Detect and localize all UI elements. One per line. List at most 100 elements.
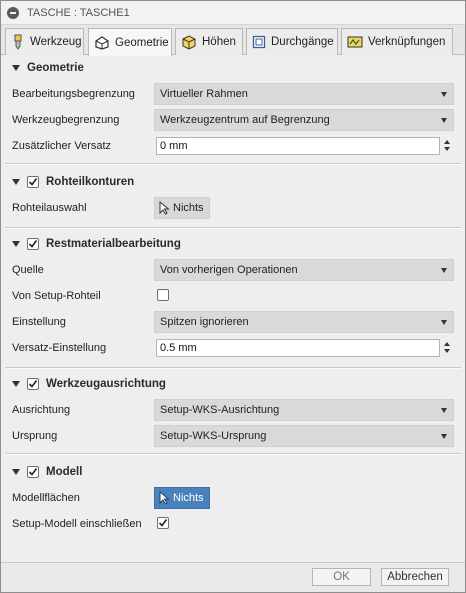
modellflaechen-selection-button[interactable]: Nichts bbox=[154, 487, 210, 509]
section-header-werkzeugausrichtung[interactable]: Werkzeugausrichtung bbox=[1, 373, 465, 395]
ausrichtung-dropdown[interactable]: Setup-WKS-Ausrichtung bbox=[154, 399, 454, 421]
checkmark-icon bbox=[158, 519, 168, 527]
tab-label: Werkzeug bbox=[30, 36, 82, 48]
restmaterial-checkbox[interactable] bbox=[27, 238, 39, 250]
section-divider bbox=[5, 227, 461, 229]
section-header-restmaterial[interactable]: Restmaterialbearbeitung bbox=[1, 233, 465, 255]
section-title: Restmaterialbearbeitung bbox=[46, 238, 181, 250]
section-divider bbox=[5, 453, 461, 455]
dropdown-value: Spitzen ignorieren bbox=[160, 316, 249, 328]
tab-geometrie[interactable]: Geometrie bbox=[88, 28, 172, 56]
section-title: Modell bbox=[46, 466, 83, 478]
tab-werkzeug[interactable]: Werkzeug bbox=[5, 28, 84, 55]
tab-label: Geometrie bbox=[115, 36, 169, 49]
geometry-icon bbox=[95, 35, 109, 50]
versatz-einstellung-spinner[interactable] bbox=[441, 339, 453, 357]
input-value: 0 mm bbox=[160, 140, 188, 152]
werkzeugausrichtung-checkbox[interactable] bbox=[27, 378, 39, 390]
dropdown-arrow-icon bbox=[441, 118, 447, 123]
collapse-triangle-icon[interactable] bbox=[12, 179, 20, 185]
checkmark-icon bbox=[28, 380, 38, 388]
quelle-label: Quelle bbox=[12, 264, 44, 276]
tab-hoehen[interactable]: Höhen bbox=[175, 28, 243, 55]
checkmark-icon bbox=[28, 468, 38, 476]
ursprung-label: Ursprung bbox=[12, 430, 58, 442]
einstellung-label: Einstellung bbox=[12, 316, 66, 328]
von-setup-rohteil-label: Von Setup-Rohteil bbox=[12, 290, 101, 302]
geometry-tab-content: Geometrie Bearbeitungsbegrenzung Virtuel… bbox=[1, 56, 465, 562]
collapse-icon[interactable] bbox=[7, 6, 19, 19]
section-divider bbox=[5, 163, 461, 165]
zusaetzlicher-versatz-spinner[interactable] bbox=[441, 137, 453, 155]
versatz-einstellung-label: Versatz-Einstellung bbox=[12, 342, 107, 354]
dropdown-arrow-icon bbox=[441, 92, 447, 97]
setup-modell-checkbox[interactable] bbox=[157, 517, 169, 529]
spin-down-icon[interactable] bbox=[444, 349, 450, 353]
rohteilauswahl-selection-button[interactable]: Nichts bbox=[154, 197, 210, 219]
pocket-operation-dialog: TASCHE : TASCHE1 Werkzeug Geometrie Höhe… bbox=[0, 0, 466, 593]
dropdown-value: Werkzeugzentrum auf Begrenzung bbox=[160, 114, 330, 126]
tab-durchgaenge[interactable]: Durchgänge bbox=[246, 28, 338, 55]
rohteilauswahl-label: Rohteilauswahl bbox=[12, 202, 87, 214]
collapse-triangle-icon[interactable] bbox=[12, 381, 20, 387]
cursor-arrow-icon bbox=[159, 201, 170, 215]
tab-verknuepfungen[interactable]: Verknüpfungen bbox=[341, 28, 453, 55]
title-bar[interactable]: TASCHE : TASCHE1 bbox=[1, 1, 465, 25]
heights-icon bbox=[182, 35, 196, 50]
checkmark-icon bbox=[28, 178, 38, 186]
dropdown-arrow-icon bbox=[441, 320, 447, 325]
section-title: Werkzeugausrichtung bbox=[46, 378, 166, 390]
section-header-modell[interactable]: Modell bbox=[1, 461, 465, 483]
tab-bar: Werkzeug Geometrie Höhen Durchgänge Verk… bbox=[1, 25, 465, 56]
spin-down-icon[interactable] bbox=[444, 147, 450, 151]
zusaetzlicher-versatz-input[interactable]: 0 mm bbox=[156, 137, 440, 155]
dropdown-arrow-icon bbox=[441, 434, 447, 439]
section-header-geometrie[interactable]: Geometrie bbox=[1, 57, 465, 79]
einstellung-dropdown[interactable]: Spitzen ignorieren bbox=[154, 311, 454, 333]
von-setup-rohteil-checkbox[interactable] bbox=[157, 289, 169, 301]
bearbeitungsbegrenzung-label: Bearbeitungsbegrenzung bbox=[12, 88, 135, 100]
passes-icon bbox=[252, 35, 266, 49]
tool-icon bbox=[14, 34, 22, 50]
spin-up-icon[interactable] bbox=[444, 140, 450, 144]
versatz-einstellung-input[interactable]: 0.5 mm bbox=[156, 339, 440, 357]
linking-icon bbox=[347, 36, 363, 48]
section-title: Geometrie bbox=[27, 62, 84, 74]
selection-button-label: Nichts bbox=[173, 492, 204, 504]
setup-modell-label: Setup-Modell einschließen bbox=[12, 518, 142, 530]
zusaetzlicher-versatz-label: Zusätzlicher Versatz bbox=[12, 140, 112, 152]
section-header-rohteilkonturen[interactable]: Rohteilkonturen bbox=[1, 171, 465, 193]
rohteilkonturen-checkbox[interactable] bbox=[27, 176, 39, 188]
dropdown-value: Setup-WKS-Ursprung bbox=[160, 430, 267, 442]
modell-checkbox[interactable] bbox=[27, 466, 39, 478]
section-title: Rohteilkonturen bbox=[46, 176, 135, 188]
section-divider bbox=[5, 367, 461, 369]
dropdown-arrow-icon bbox=[441, 408, 447, 413]
werkzeugbegrenzung-dropdown[interactable]: Werkzeugzentrum auf Begrenzung bbox=[154, 109, 454, 131]
ursprung-dropdown[interactable]: Setup-WKS-Ursprung bbox=[154, 425, 454, 447]
spin-up-icon[interactable] bbox=[444, 342, 450, 346]
selection-button-label: Nichts bbox=[173, 202, 204, 214]
cursor-arrow-icon bbox=[159, 491, 170, 505]
modellflaechen-label: Modellflächen bbox=[12, 492, 80, 504]
collapse-triangle-icon[interactable] bbox=[12, 65, 20, 71]
cancel-button[interactable]: Abbrechen bbox=[381, 568, 449, 586]
dialog-title: TASCHE : TASCHE1 bbox=[27, 6, 130, 19]
collapse-triangle-icon[interactable] bbox=[12, 241, 20, 247]
checkmark-icon bbox=[28, 240, 38, 248]
ok-button[interactable]: OK bbox=[312, 568, 371, 586]
dropdown-arrow-icon bbox=[441, 268, 447, 273]
dropdown-value: Virtueller Rahmen bbox=[160, 88, 248, 100]
collapse-triangle-icon[interactable] bbox=[12, 469, 20, 475]
tab-label: Höhen bbox=[202, 36, 236, 48]
werkzeugbegrenzung-label: Werkzeugbegrenzung bbox=[12, 114, 120, 126]
dialog-footer: OK Abbrechen bbox=[1, 562, 465, 592]
dropdown-value: Setup-WKS-Ausrichtung bbox=[160, 404, 280, 416]
quelle-dropdown[interactable]: Von vorherigen Operationen bbox=[154, 259, 454, 281]
bearbeitungsbegrenzung-dropdown[interactable]: Virtueller Rahmen bbox=[154, 83, 454, 105]
ausrichtung-label: Ausrichtung bbox=[12, 404, 71, 416]
input-value: 0.5 mm bbox=[160, 342, 197, 354]
tab-label: Verknüpfungen bbox=[368, 36, 446, 48]
dropdown-value: Von vorherigen Operationen bbox=[160, 264, 298, 276]
tab-label: Durchgänge bbox=[271, 36, 334, 48]
